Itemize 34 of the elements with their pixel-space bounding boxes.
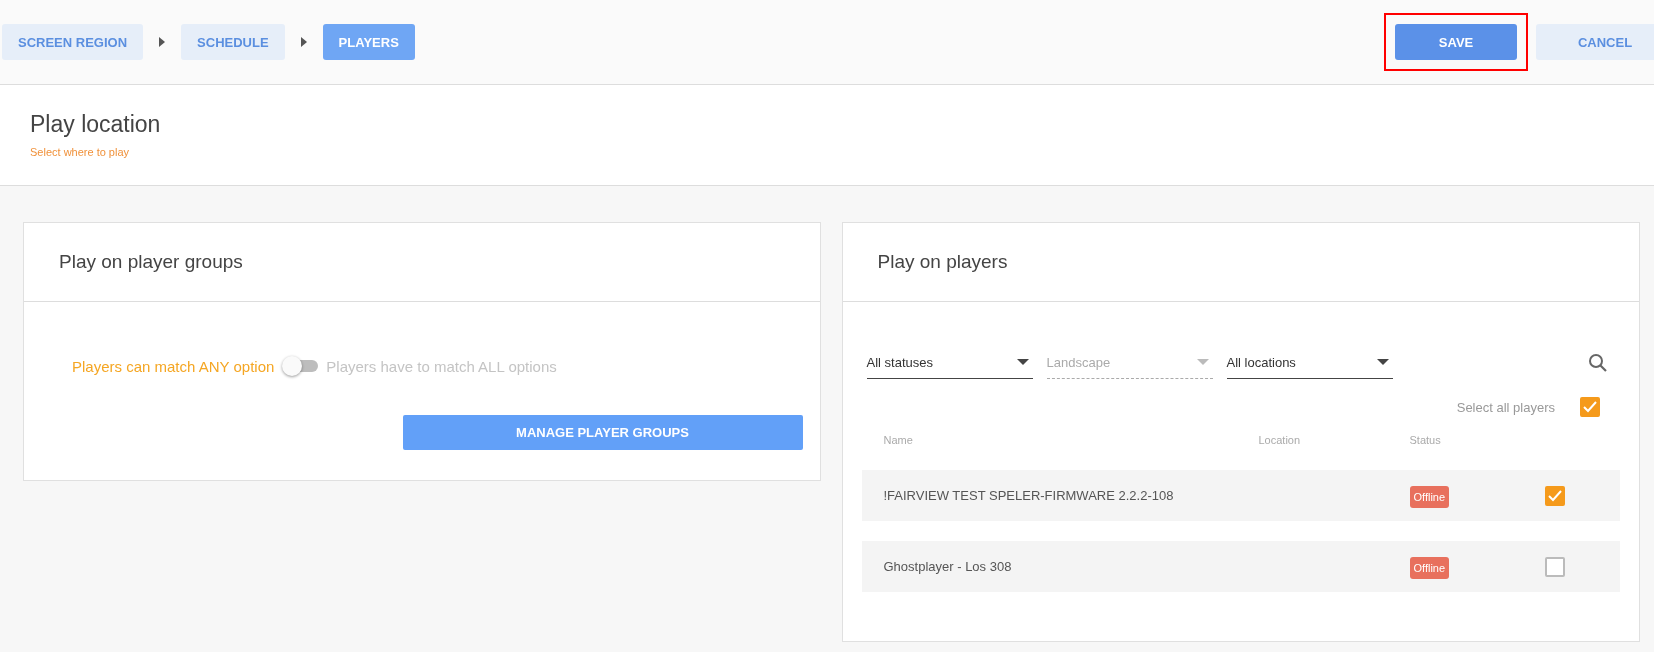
player-name: !FAIRVIEW TEST SPELER-FIRMWARE 2.2.2-108 [883, 488, 1175, 503]
match-all-label: Players have to match ALL options [326, 357, 557, 375]
status-badge: Offline [1409, 556, 1450, 579]
match-any-label: Players can match ANY option [72, 357, 275, 375]
row-checkbox[interactable] [1544, 485, 1565, 506]
select-all-checkbox[interactable] [1580, 397, 1600, 417]
search-icon[interactable] [1588, 352, 1608, 373]
player-row[interactable]: !FAIRVIEW TEST SPELER-FIRMWARE 2.2.2-108 Offline [861, 470, 1620, 521]
match-toggle[interactable] [282, 355, 319, 377]
cancel-button[interactable]: CANCEL [1536, 24, 1654, 60]
breadcrumb-step[interactable]: SCREEN REGION [2, 24, 144, 60]
column-header: Location [1258, 434, 1302, 446]
card-title: Play on player groups [59, 251, 243, 273]
page-title: Play location [30, 111, 162, 138]
save-button[interactable]: SAVE [1395, 24, 1517, 60]
column-header: Status [1409, 434, 1442, 446]
dropdown-arrow-icon [1376, 359, 1389, 365]
dropdown-arrow-icon [1196, 359, 1209, 365]
status-badge: Offline [1409, 485, 1450, 508]
card-title: Play on players [877, 251, 1008, 273]
row-checkbox[interactable] [1544, 556, 1565, 577]
filter-dropdown[interactable]: All locations [1226, 346, 1393, 379]
player-row[interactable]: Ghostplayer - Los 308 Offline [861, 541, 1620, 592]
column-header: Name [883, 434, 914, 446]
caret-right-icon [300, 37, 307, 47]
caret-right-icon [159, 37, 166, 47]
page-subtitle: Select where to play [30, 146, 131, 158]
manage-player-groups-button[interactable]: MANAGE PLAYER GROUPS [402, 415, 803, 450]
breadcrumb-step[interactable]: SCHEDULE [181, 24, 285, 60]
dropdown-arrow-icon [1016, 359, 1029, 365]
player-name: Ghostplayer - Los 308 [883, 559, 1013, 574]
breadcrumb-step[interactable]: PLAYERS [322, 24, 415, 60]
select-all-label: Select all players [1456, 399, 1555, 415]
filter-dropdown[interactable]: All statuses [866, 346, 1033, 379]
